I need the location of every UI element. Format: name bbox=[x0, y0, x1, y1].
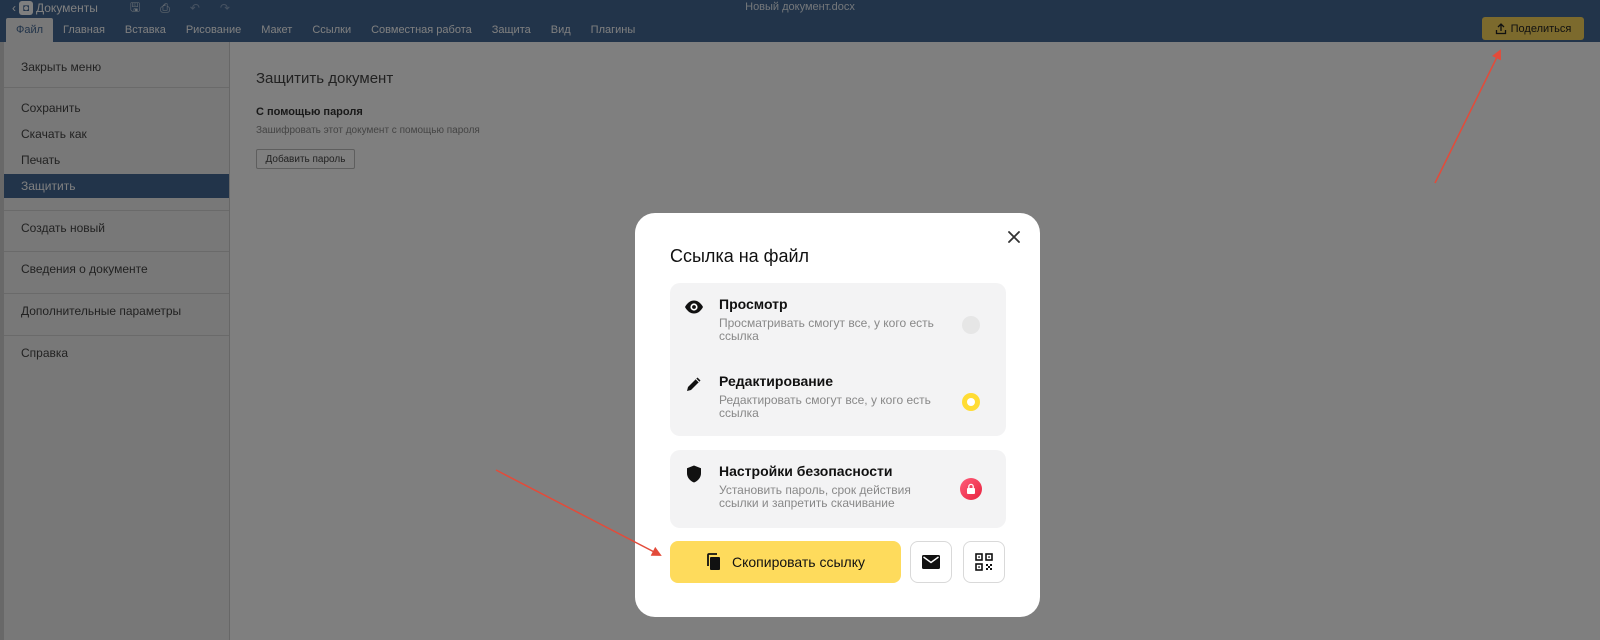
dialog-title: Ссылка на файл bbox=[670, 246, 810, 266]
qr-code-button[interactable] bbox=[963, 541, 1005, 583]
security-label: Настройки безопасности bbox=[719, 463, 893, 479]
option-edit-label: Редактирование bbox=[719, 373, 834, 389]
option-edit-description: Редактировать смогут все, у кого есть сс… bbox=[719, 393, 931, 420]
option-view-label: Просмотр bbox=[719, 296, 788, 312]
lock-icon bbox=[960, 478, 982, 500]
option-view-radio[interactable] bbox=[962, 316, 980, 334]
option-edit-radio[interactable] bbox=[962, 393, 980, 411]
option-edit[interactable]: Редактирование Редактировать смогут все,… bbox=[670, 360, 1006, 432]
shield-icon bbox=[687, 465, 701, 483]
option-view[interactable]: Просмотр Просматривать смогут все, у ког… bbox=[670, 283, 1006, 355]
close-icon bbox=[1008, 231, 1020, 243]
copy-link-label: Скопировать ссылку bbox=[731, 554, 866, 570]
qr-code-icon bbox=[975, 553, 993, 571]
option-view-description: Просматривать смогут все, у кого есть сс… bbox=[719, 316, 934, 343]
share-link-dialog: Ссылка на файл Просмотр Просматривать см… bbox=[635, 213, 1040, 617]
copy-link-button[interactable]: Скопировать ссылку bbox=[670, 541, 901, 583]
copy-icon bbox=[707, 553, 720, 570]
security-settings[interactable]: Настройки безопасности Установить пароль… bbox=[670, 450, 1006, 528]
email-icon bbox=[922, 555, 940, 569]
access-options: Просмотр Просматривать смогут все, у ког… bbox=[670, 283, 1006, 436]
close-button[interactable] bbox=[1004, 227, 1024, 247]
email-button[interactable] bbox=[910, 541, 952, 583]
security-description: Установить пароль, срок действия ссылки … bbox=[719, 483, 911, 510]
eye-icon bbox=[685, 300, 703, 314]
pencil-icon bbox=[687, 377, 701, 391]
